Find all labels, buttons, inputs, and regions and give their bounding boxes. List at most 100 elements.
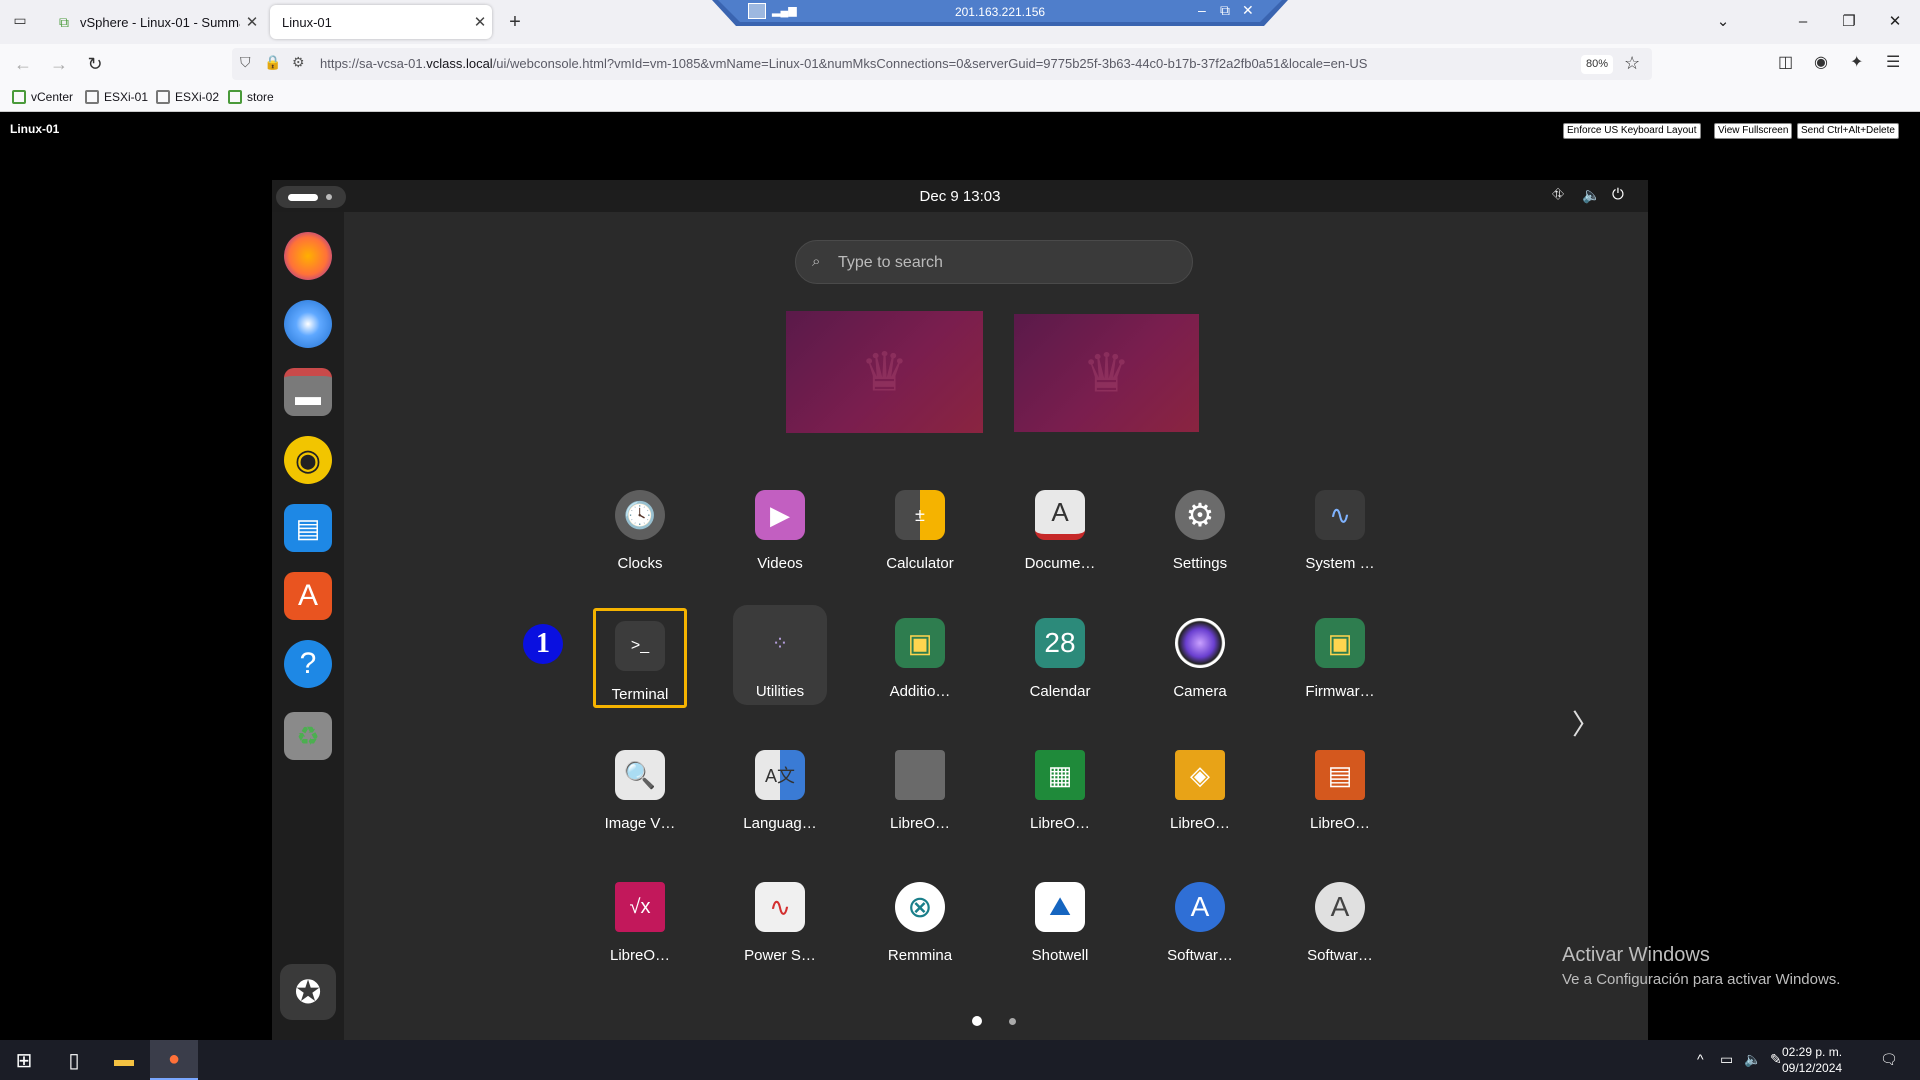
app-software[interactable]: A Softwar… [1153,869,1247,969]
network-icon[interactable]: ⛗ [1552,186,1564,203]
url-bar[interactable]: ⛉ 🔒 ⚙ https://sa-vcsa-01.vclass.local/ui… [232,48,1652,80]
app-libreoffice-draw[interactable]: ◈ LibreO… [1153,737,1247,837]
app-settings[interactable]: ⚙ Settings [1153,477,1247,577]
account-icon[interactable]: ◉ [1814,52,1828,72]
close-tab-icon[interactable]: ✕ [468,13,492,31]
rdp-restore-icon[interactable]: ⧉ [1220,2,1230,19]
app-videos[interactable]: ▶ Videos [733,477,827,577]
app-center-icon[interactable]: A [284,572,332,620]
app-clocks[interactable]: 🕓 Clocks [593,477,687,577]
vm-console-screen[interactable]: Dec 9 13:03 ⛗ 🔈 ⏻ ▬ ◉ ▤ A ? ♻ ✪ ⌕ ♛ ♛ 🕓 C… [272,180,1648,1040]
app-libreoffice-math[interactable]: √x LibreO… [593,869,687,969]
app-label: Shotwell [1031,947,1089,964]
app-label: System … [1305,555,1375,572]
bookmark-esxi-01[interactable]: ESXi-01 [85,90,148,104]
libreoffice-draw-icon: ◈ [1175,750,1225,800]
rdp-connection-bar: ▂▄▆ 201.163.221.156 – ⧉ ✕ [712,0,1288,26]
firefox-icon[interactable] [284,232,332,280]
trash-icon[interactable]: ♻ [284,712,332,760]
app-remmina[interactable]: ⊗ Remmina [873,869,967,969]
bookmark-star-icon[interactable]: ☆ [1624,53,1640,74]
power-icon[interactable]: ⏻ [1612,186,1624,203]
files-icon[interactable]: ▬ [284,368,332,416]
date-time-clock[interactable]: Dec 9 13:03 [272,188,1648,205]
writer-icon[interactable]: ▤ [284,504,332,552]
new-tab-button[interactable]: + [503,10,527,34]
menu-icon[interactable]: ☰ [1886,52,1900,72]
zoom-level-button[interactable]: 80% [1581,55,1613,74]
view-fullscreen-button[interactable]: View Fullscreen [1714,123,1793,139]
pocket-icon[interactable]: ◫ [1778,52,1793,72]
list-all-tabs-icon[interactable]: ▭ [10,12,30,32]
enforce-us-keyboard-button[interactable]: Enforce US Keyboard Layout [1563,123,1701,139]
send-ctrl-alt-delete-button[interactable]: Send Ctrl+Alt+Delete [1797,123,1899,139]
permissions-icon[interactable]: ⚙ [292,54,305,71]
calendar-icon: 28 [1035,618,1085,668]
tab-vsphere-summary[interactable]: ⧉ vSphere - Linux-01 - Summary ✕ [44,5,264,39]
app-libreoffice-calc[interactable]: ▦ LibreO… [1013,737,1107,837]
app-utilities-folder[interactable]: ⁘ Utilities [733,605,827,705]
document-icon[interactable]: ▯ [50,1040,98,1080]
close-tab-icon[interactable]: ✕ [240,13,264,31]
forward-button[interactable]: → [46,52,72,76]
app-camera[interactable]: Camera [1153,605,1247,705]
volume-icon[interactable]: 🔈 [1582,186,1601,204]
lock-warning-icon[interactable]: 🔒 [264,54,281,71]
pen-tray-icon[interactable]: ✎ [1770,1051,1782,1068]
show-hidden-icons-chevron-icon[interactable]: ^ [1697,1051,1704,1067]
window-restore-button[interactable]: ❐ [1826,8,1872,36]
app-label: Languag… [743,815,817,832]
app-terminal[interactable]: >_ Terminal [593,608,687,708]
window-close-button[interactable]: ✕ [1872,8,1918,36]
libreoffice-calc-icon: ▦ [1035,750,1085,800]
app-shotwell[interactable]: ⛰ Shotwell [1013,869,1107,969]
app-libreoffice-impress[interactable]: ▤ LibreO… [1293,737,1387,837]
bookmark-store[interactable]: store [228,90,274,104]
bookmark-esxi-02[interactable]: ESXi-02 [156,90,219,104]
next-page-chevron-icon[interactable]: 〉 [1572,703,1600,743]
url-text[interactable]: https://sa-vcsa-01.vclass.local/ui/webco… [320,56,1367,71]
network-tray-icon[interactable]: ▭ [1720,1051,1733,1068]
volume-tray-icon[interactable]: 🔈 [1744,1051,1761,1068]
taskbar-clock[interactable]: 02:29 p. m. 09/12/2024 [1782,1044,1842,1076]
app-language-support[interactable]: A文 Languag… [733,737,827,837]
notifications-icon[interactable]: 🗨 [1880,1051,1898,1068]
app-system-monitor[interactable]: ∿ System … [1293,477,1387,577]
extensions-icon[interactable]: ✦ [1850,52,1863,72]
app-additional-drivers[interactable]: ▣ Additio… [873,605,967,705]
app-calculator[interactable]: ± Calculator [873,477,967,577]
app-firmware[interactable]: ▣ Firmwar… [1293,605,1387,705]
tab-overflow-chevron-icon[interactable]: ⌄ [1700,8,1746,36]
page-indicator-active[interactable] [972,1016,982,1026]
watermark-title: Activar Windows [1562,944,1710,966]
workspace-thumbnail-2[interactable]: ♛ [1014,314,1199,432]
app-power-statistics[interactable]: ∿ Power S… [733,869,827,969]
thunderbird-icon[interactable] [284,300,332,348]
app-label: LibreO… [889,815,951,832]
app-libreoffice[interactable]: LibreO… [873,737,967,837]
search-input[interactable] [838,251,1178,275]
firefox-taskbar-icon[interactable]: ● [150,1040,198,1080]
app-calendar[interactable]: 28 Calendar [1013,605,1107,705]
app-label: Camera [1173,683,1227,700]
help-icon[interactable]: ? [284,640,332,688]
rdp-close-icon[interactable]: ✕ [1242,2,1254,19]
page-indicator[interactable] [1009,1018,1016,1025]
rdp-minimize-icon[interactable]: – [1198,2,1206,18]
window-minimize-button[interactable]: – [1780,8,1826,36]
reload-button[interactable]: ↻ [82,52,108,76]
workspace-thumbnail-1[interactable]: ♛ [786,311,983,433]
windows-start-icon[interactable]: ⊞ [0,1040,48,1080]
bookmark-vcenter[interactable]: vCenter [12,90,73,104]
app-label: Clocks [617,555,663,572]
tracking-protection-icon[interactable]: ⛉ [240,54,251,71]
rhythmbox-icon[interactable]: ◉ [284,436,332,484]
tab-linux-01[interactable]: Linux-01 ✕ [270,5,492,39]
search-box[interactable]: ⌕ [795,240,1193,284]
app-document-viewer[interactable]: A Docume… [1013,477,1107,577]
app-software-updater[interactable]: A Softwar… [1293,869,1387,969]
show-apps-button[interactable]: ✪ [280,964,336,1020]
back-button[interactable]: ← [10,52,36,76]
app-image-viewer[interactable]: 🔍 Image V… [593,737,687,837]
file-explorer-icon[interactable]: ▬ [100,1040,148,1080]
